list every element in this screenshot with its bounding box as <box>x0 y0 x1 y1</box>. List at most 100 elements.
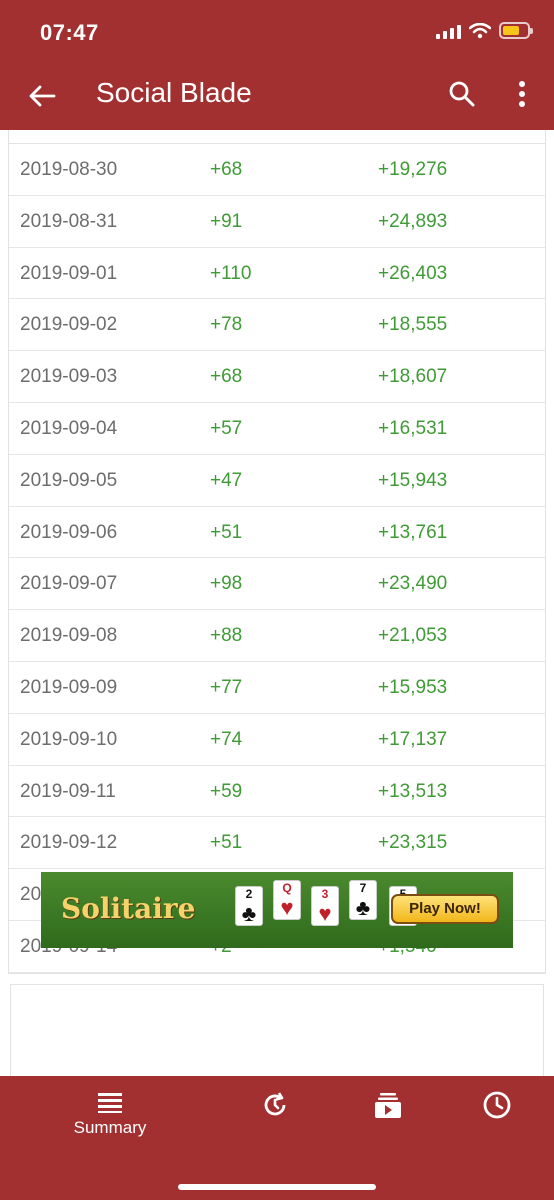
row-date: 2019-09-08 <box>20 625 118 647</box>
toolbar: Social Blade <box>0 64 554 130</box>
row-date: 2019-09-07 <box>20 573 118 595</box>
table-row: 2019-09-04 +57 +16,531 <box>9 403 545 455</box>
table-row: 2019-09-03 +68 +18,607 <box>9 351 545 403</box>
row-view-change: +21,053 <box>378 625 448 647</box>
search-icon <box>449 81 475 107</box>
card-rank: Q <box>282 881 292 895</box>
row-subscriber-change: +68 <box>210 366 243 388</box>
row-date: 2019-09-12 <box>20 832 118 854</box>
nav-recent[interactable] <box>442 1090 552 1150</box>
row-view-change: +23,315 <box>378 832 448 854</box>
more-vert-icon <box>519 81 525 107</box>
row-subscriber-change: +88 <box>210 625 243 647</box>
row-view-change: +13,761 <box>378 521 448 543</box>
row-date: 2019-09-10 <box>20 728 118 750</box>
card-suit-icon: ♣ <box>241 901 257 926</box>
ad-banner[interactable]: Solitaire 2♣Q♥3♥7♣5♠ Play Now! <box>41 872 513 948</box>
list-icon <box>98 1093 122 1113</box>
table-row: 2019-09-07 +98 +23,490 <box>9 558 545 611</box>
row-date: 2019-09-11 <box>20 780 116 802</box>
card-suit-icon: ♥ <box>280 895 294 920</box>
row-date: 2019-09-06 <box>20 521 118 543</box>
table-row: 2019-09-08 +88 +21,053 <box>9 610 545 662</box>
row-subscriber-change: +59 <box>210 780 243 802</box>
row-subscriber-change: +57 <box>210 417 243 439</box>
table-row: 2019-09-02 +78 +18,555 <box>9 299 545 352</box>
nav-summary-label: Summary <box>73 1118 147 1137</box>
table-row: 2019-09-12 +51 +23,315 <box>9 817 545 870</box>
table-top-edge <box>9 130 545 144</box>
wifi-icon <box>469 22 491 38</box>
row-view-change: +23,490 <box>378 573 448 595</box>
daily-stats-table: 2019-08-30 +68 +19,276 2019-08-31 +91 +24,893… <box>8 130 546 974</box>
table-row: 2019-09-06 +51 +13,761 <box>9 507 545 559</box>
row-subscriber-change: +68 <box>210 159 243 180</box>
playing-card: 3 ♥ <box>311 886 339 926</box>
video-library-icon <box>375 1093 401 1118</box>
ad-title: Solitaire <box>61 892 196 925</box>
ad-container <box>10 984 544 1076</box>
table-row: 2019-09-10 +74 +17,137 <box>9 714 545 766</box>
arrow-left-icon <box>29 85 56 107</box>
row-view-change: +18,555 <box>378 314 448 336</box>
history-icon <box>264 1092 286 1116</box>
row-view-change: +19,276 <box>378 159 448 180</box>
row-subscriber-change: +98 <box>210 573 243 595</box>
row-view-change: +15,943 <box>378 469 448 491</box>
home-indicator[interactable] <box>178 1184 376 1190</box>
search-button[interactable] <box>442 74 482 114</box>
row-subscriber-change: +78 <box>210 314 243 336</box>
row-view-change: +17,137 <box>378 728 448 750</box>
back-button[interactable] <box>22 76 62 116</box>
row-view-change: +26,403 <box>378 262 448 284</box>
row-view-change: +24,893 <box>378 210 448 232</box>
playing-card: 2 ♣ <box>235 886 263 926</box>
row-subscriber-change: +110 <box>210 262 252 284</box>
page-title: Social Blade <box>96 77 252 108</box>
row-date: 2019-08-30 <box>20 159 118 180</box>
row-subscriber-change: +74 <box>210 728 243 750</box>
app-screen: 07:47 Social Blade 2019-08-30 +68 +19,27… <box>0 0 554 1200</box>
app-header: 07:47 Social Blade <box>0 0 554 130</box>
row-view-change: +18,607 <box>378 366 448 388</box>
row-subscriber-change: +47 <box>210 469 243 491</box>
table-row: 2019-08-30 +68 +19,276 <box>9 144 545 196</box>
row-date: 2019-09-04 <box>20 417 118 439</box>
row-date: 2019-09-02 <box>20 314 118 336</box>
status-time: 07:47 <box>40 20 99 45</box>
table-row: 2019-09-11 +59 +13,513 <box>9 766 545 818</box>
ad-play-now-button[interactable]: Play Now! <box>391 894 499 924</box>
status-icons <box>436 22 533 39</box>
playing-card: 7 ♣ <box>349 880 377 920</box>
signal-icon <box>436 23 461 39</box>
table-row: 2019-08-31 +91 +24,893 <box>9 196 545 248</box>
row-subscriber-change: +91 <box>210 210 243 232</box>
table-row: 2019-09-09 +77 +15,953 <box>9 662 545 714</box>
more-options-button[interactable] <box>502 74 542 114</box>
card-rank: 3 <box>321 887 329 901</box>
row-date: 2019-09-05 <box>20 469 118 491</box>
row-view-change: +15,953 <box>378 676 448 698</box>
battery-icon <box>499 22 533 39</box>
row-subscriber-change: +51 <box>210 521 243 543</box>
row-date: 2019-09-01 <box>20 262 118 284</box>
row-date: 2019-09-09 <box>20 676 118 698</box>
row-date: 2019-09-03 <box>20 366 118 388</box>
nav-summary[interactable]: Summary <box>55 1090 165 1150</box>
row-view-change: +16,531 <box>378 417 448 439</box>
card-suit-icon: ♥ <box>318 901 332 926</box>
row-date: 2019-08-31 <box>20 210 118 232</box>
row-subscriber-change: +77 <box>210 676 243 698</box>
table-row: 2019-09-05 +47 +15,943 <box>9 455 545 507</box>
row-view-change: +13,513 <box>378 780 448 802</box>
clock-icon <box>483 1091 511 1119</box>
status-bar: 07:47 <box>0 0 554 64</box>
card-rank: 7 <box>359 881 367 895</box>
table-row: 2019-09-01 +110 +26,403 <box>9 248 545 300</box>
card-rank: 2 <box>245 887 253 901</box>
card-suit-icon: ♣ <box>355 895 371 920</box>
nav-history[interactable] <box>220 1090 330 1150</box>
playing-card: Q ♥ <box>273 880 301 920</box>
nav-videos[interactable] <box>333 1090 443 1150</box>
bottom-navigation: Summary <box>0 1076 554 1200</box>
